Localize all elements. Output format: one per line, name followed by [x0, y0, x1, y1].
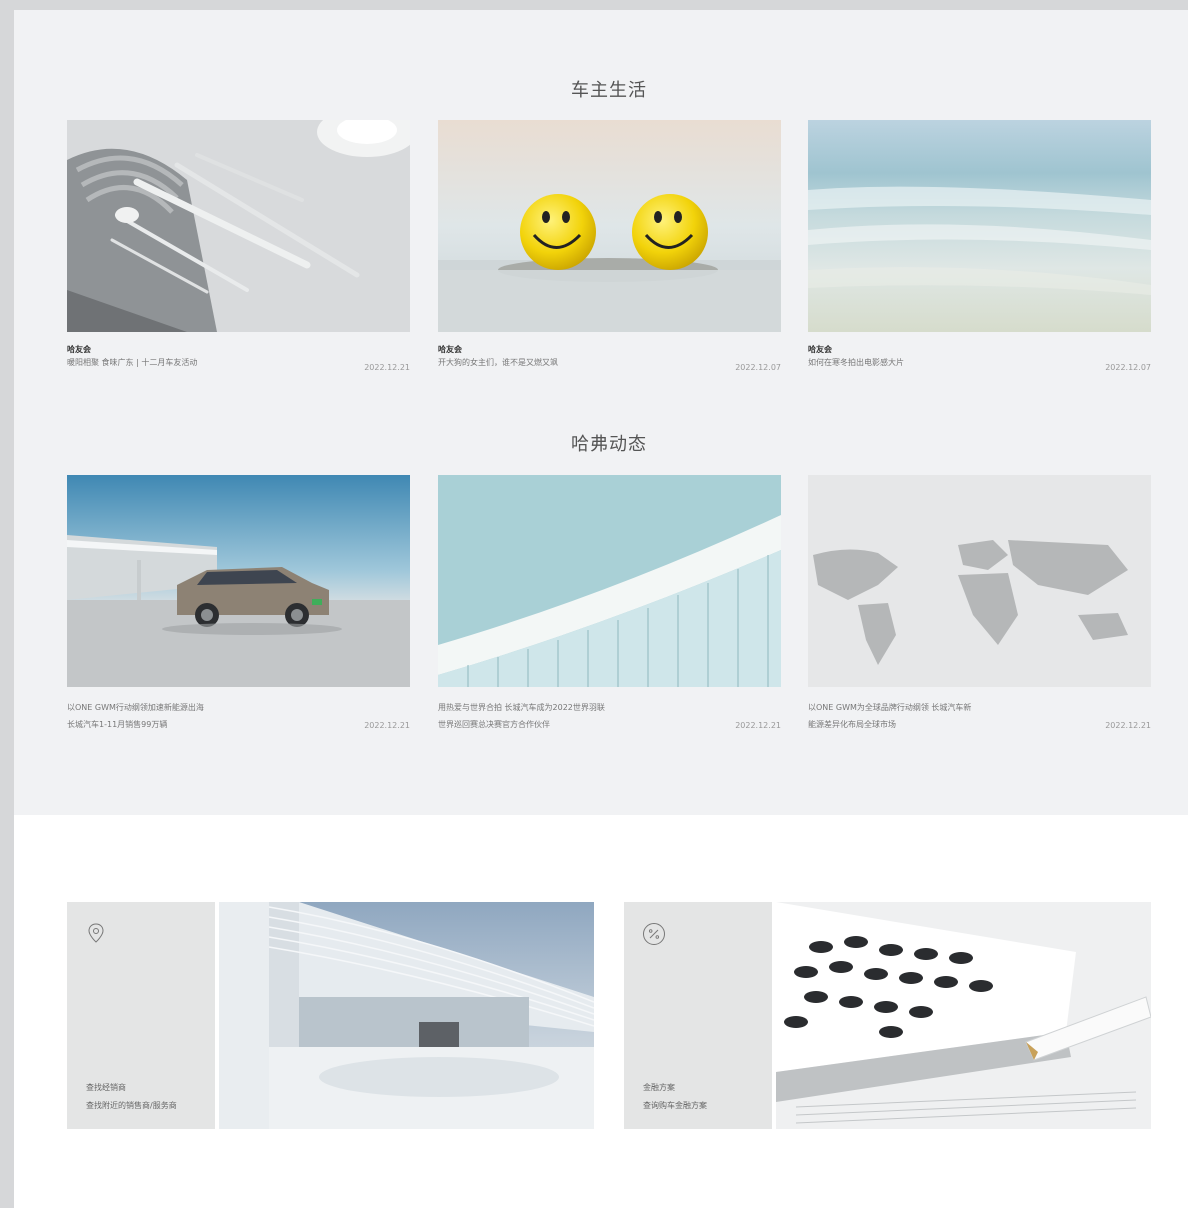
- news-title-line2[interactable]: 长城汽车1-11月销售99万辆: [67, 716, 410, 733]
- article-date: 2022.12.07: [735, 363, 781, 372]
- news-thumbnail[interactable]: [438, 475, 781, 687]
- article-meta: 哈友会 开大狗的女主们，谁不是又燃又飒 2022.12.07: [438, 344, 781, 374]
- news-title-line2[interactable]: 能源差异化布局全球市场: [808, 716, 1151, 733]
- location-pin-icon: [85, 922, 107, 944]
- article-date: 2022.12.21: [364, 363, 410, 372]
- article-card[interactable]: 哈友会 暖阳相聚 食味广东 | 十二月车友活动 2022.12.21: [67, 120, 410, 374]
- article-date: 2022.12.07: [1105, 363, 1151, 372]
- news-meta: 以ONE GWM为全球品牌行动纲领 长城汽车新 能源差异化布局全球市场 2022…: [808, 699, 1151, 733]
- article-category: 哈友会: [438, 345, 462, 354]
- promo-image[interactable]: [219, 902, 594, 1129]
- promo-title: 金融方案: [643, 1083, 675, 1092]
- article-meta: 哈友会 暖阳相聚 食味广东 | 十二月车友活动 2022.12.21: [67, 344, 410, 374]
- article-thumbnail[interactable]: [67, 120, 410, 332]
- news-date: 2022.12.21: [1105, 721, 1151, 730]
- promo-subtitle: 查找附近的销售商/服务商: [86, 1101, 177, 1110]
- article-title[interactable]: 暖阳相聚 食味广东 | 十二月车友活动: [67, 356, 410, 370]
- news-date: 2022.12.21: [364, 721, 410, 730]
- news-date: 2022.12.21: [735, 721, 781, 730]
- news-thumbnail[interactable]: [67, 475, 410, 687]
- news-title-line1[interactable]: 以ONE GWM为全球品牌行动纲领 长城汽车新: [808, 699, 1151, 716]
- section-title-haval-news: 哈弗动态: [571, 434, 647, 455]
- article-thumbnail[interactable]: [438, 120, 781, 332]
- news-title-line1[interactable]: 用热爱与世界合拍 长城汽车成为2022世界羽联: [438, 699, 781, 716]
- page: 车主生活 哈友会 暖阳相聚 食味广东 | 十二月车友活动 2022.12.21 …: [14, 10, 1188, 1208]
- promo-find-dealer[interactable]: 查找经销商 查找附近的销售商/服务商: [67, 902, 594, 1129]
- promo-finance[interactable]: 金融方案 查询购车金融方案: [624, 902, 1151, 1129]
- promo-panel[interactable]: 查找经销商 查找附近的销售商/服务商: [67, 902, 215, 1129]
- article-card[interactable]: 哈友会 如何在寒冬拍出电影感大片 2022.12.07: [808, 120, 1151, 374]
- news-card[interactable]: 以ONE GWM行动纲领加速新能源出海 长城汽车1-11月销售99万辆 2022…: [67, 475, 410, 733]
- news-card[interactable]: 用热爱与世界合拍 长城汽车成为2022世界羽联 世界巡回赛总决赛官方合作伙伴 2…: [438, 475, 781, 733]
- article-title[interactable]: 开大狗的女主们，谁不是又燃又飒: [438, 356, 781, 370]
- promo-panel[interactable]: 金融方案 查询购车金融方案: [624, 902, 772, 1129]
- news-title-line1[interactable]: 以ONE GWM行动纲领加速新能源出海: [67, 699, 410, 716]
- news-meta: 以ONE GWM行动纲领加速新能源出海 长城汽车1-11月销售99万辆 2022…: [67, 699, 410, 733]
- section-title-owner-life: 车主生活: [571, 80, 647, 101]
- article-card[interactable]: 哈友会 开大狗的女主们，谁不是又燃又飒 2022.12.07: [438, 120, 781, 374]
- news-thumbnail[interactable]: [808, 475, 1151, 687]
- article-meta: 哈友会 如何在寒冬拍出电影感大片 2022.12.07: [808, 344, 1151, 374]
- promo-title: 查找经销商: [86, 1083, 126, 1092]
- news-meta: 用热爱与世界合拍 长城汽车成为2022世界羽联 世界巡回赛总决赛官方合作伙伴 2…: [438, 699, 781, 733]
- article-thumbnail[interactable]: [808, 120, 1151, 332]
- article-category: 哈友会: [67, 345, 91, 354]
- percent-circle-icon: [642, 922, 665, 945]
- promo-subtitle: 查询购车金融方案: [643, 1101, 707, 1110]
- promo-image[interactable]: [776, 902, 1151, 1129]
- article-title[interactable]: 如何在寒冬拍出电影感大片: [808, 356, 1151, 370]
- article-category: 哈友会: [808, 345, 832, 354]
- news-card[interactable]: 以ONE GWM为全球品牌行动纲领 长城汽车新 能源差异化布局全球市场 2022…: [808, 475, 1151, 733]
- news-title-line2[interactable]: 世界巡回赛总决赛官方合作伙伴: [438, 716, 781, 733]
- content-area: 车主生活 哈友会 暖阳相聚 食味广东 | 十二月车友活动 2022.12.21 …: [14, 10, 1188, 815]
